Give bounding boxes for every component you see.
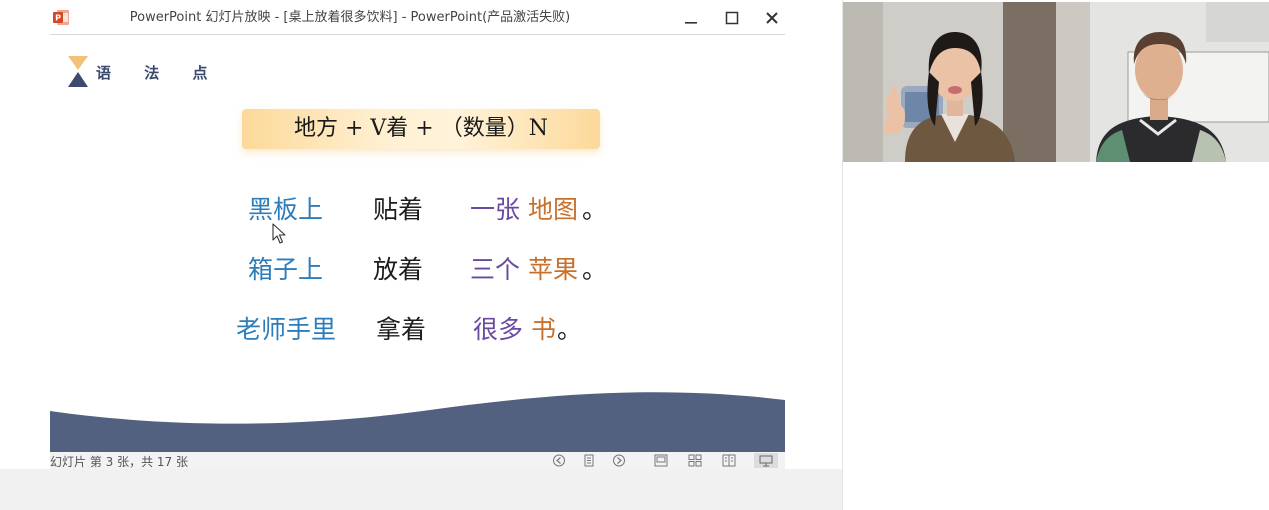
minimize-button[interactable] (679, 6, 703, 30)
sentence-period: 。 (557, 315, 583, 344)
slide-counter: 幻灯片 第 3 张，共 17 张 (50, 455, 188, 469)
student-video[interactable] (1056, 2, 1269, 162)
teacher-video[interactable] (843, 2, 1056, 162)
status-bar: 幻灯片 第 3 张，共 17 张 (50, 452, 785, 469)
sentence-noun: 地图 (528, 195, 579, 224)
close-icon (766, 12, 778, 24)
normal-view-icon[interactable] (654, 454, 668, 467)
decorative-wave (50, 392, 785, 452)
maximize-button[interactable] (720, 6, 744, 30)
close-button[interactable] (760, 6, 784, 30)
powerpoint-window: P PowerPoint 幻灯片放映 - [桌上放着很多饮料] - PowerP… (50, 0, 785, 469)
hourglass-icon (68, 56, 88, 87)
mouse-cursor-icon (272, 223, 286, 244)
slide-sorter-icon[interactable] (688, 454, 702, 467)
example-sentence-1: 黑板上 贴着 一张 地图 。 (50, 190, 785, 230)
sentence-place: 老师手里 (236, 315, 337, 344)
title-bar[interactable]: P PowerPoint 幻灯片放映 - [桌上放着很多饮料] - PowerP… (50, 0, 785, 35)
sentence-verb: 拿着 (376, 315, 427, 344)
minimize-icon (685, 22, 697, 24)
grammar-formula: 地方 + V着 + （数量）N (242, 109, 600, 149)
example-sentence-3: 老师手里 拿着 很多 书 。 (50, 310, 785, 350)
teacher-video-frame (843, 2, 1056, 162)
window-title: PowerPoint 幻灯片放映 - [桌上放着很多饮料] - PowerPoi… (129, 10, 571, 25)
sentence-measure: 一张 (470, 195, 521, 224)
sentence-verb: 放着 (373, 255, 424, 284)
previous-slide-icon[interactable] (552, 454, 566, 467)
sentence-measure: 三个 (470, 255, 521, 284)
slide-menu-icon[interactable] (582, 454, 596, 467)
sentence-noun: 书 (531, 315, 557, 344)
sentence-measure: 很多 (473, 315, 524, 344)
sentence-verb: 贴着 (373, 195, 424, 224)
slideshow-view-icon[interactable] (754, 453, 778, 468)
reading-view-icon[interactable] (722, 454, 736, 467)
sentence-place: 箱子上 (248, 255, 324, 284)
sentence-period: 。 (582, 255, 608, 284)
sentence-noun: 苹果 (528, 255, 579, 284)
section-title: 语 法 点 (96, 64, 222, 82)
student-video-frame (1056, 2, 1269, 162)
share-area-background (0, 469, 842, 510)
slide-canvas[interactable]: 语 法 点 地方 + V着 + （数量）N 黑板上 贴着 一张 地图 。 箱子上… (50, 36, 785, 452)
next-slide-icon[interactable] (612, 454, 626, 467)
maximize-icon (725, 11, 739, 25)
example-sentence-2: 箱子上 放着 三个 苹果 。 (50, 250, 785, 290)
sentence-period: 。 (582, 195, 608, 224)
